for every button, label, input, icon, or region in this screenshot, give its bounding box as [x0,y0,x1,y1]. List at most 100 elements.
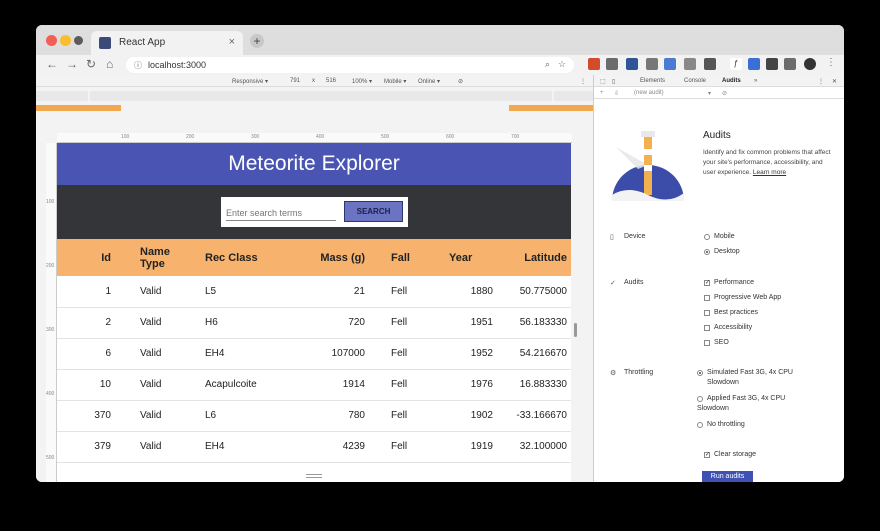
audit-option-best-practices: Best practices [714,309,758,316]
media-query-bar[interactable] [90,91,552,101]
address-bar[interactable]: ⓘ localhost:3000 ⌕ ☆ [126,57,574,73]
checkbox-accessibility[interactable] [704,325,710,331]
minimize-window-button[interactable] [60,35,71,46]
column-header-id[interactable]: Id [57,239,115,276]
cell-rec-class: Acapulcoite [177,369,273,401]
radio-desktop[interactable] [704,249,710,255]
table-row[interactable]: 379 Valid EH4 4239 Fell 1919 32.100000 [57,431,571,463]
home-icon[interactable]: ⌂ [106,57,113,71]
media-query-bar[interactable] [36,91,88,101]
meteorite-app: Meteorite Explorer SEARCH Id Name Type R… [57,143,571,482]
device-toggle-icon[interactable]: ▯ [612,78,615,85]
table-row[interactable]: 10 Valid Acapulcoite 1914 Fell 1976 16.8… [57,369,571,401]
chevron-down-icon[interactable]: ▾ [708,90,711,97]
gmail-extension-icon[interactable] [588,58,600,70]
column-header-latitude[interactable]: Latitude [497,239,571,276]
ruler-label: 300 [46,327,55,333]
zoom-search-icon[interactable]: ⌕ [545,59,550,70]
table-row[interactable]: 1 Valid L5 21 Fell 1880 50.775000 [57,276,571,308]
learn-more-link[interactable]: Learn more [753,169,786,176]
device-toolbar-menu-icon[interactable]: ⋮ [580,78,586,85]
column-header-name-type[interactable]: Name Type [115,239,177,276]
audits-toolbar: + ⇩ (new audit) ▾ ⊘ [594,87,844,99]
run-audits-button[interactable]: Run audits [702,471,753,482]
cell-latitude: 32.100000 [497,431,571,463]
search-button[interactable]: SEARCH [344,201,403,222]
search-bar: SEARCH [57,185,571,239]
device-option-desktop: Desktop [714,248,740,255]
device-section-label: Device [624,233,646,240]
column-header-year[interactable]: Year [417,239,497,276]
ruler-label: 500 [381,134,390,140]
zoom-dropdown[interactable]: 100% ▾ [352,78,372,85]
column-header-mass[interactable]: Mass (g) [273,239,369,276]
table-row[interactable]: 370 Valid L6 780 Fell 1902 -33.166670 [57,400,571,432]
tab-audits[interactable]: Audits [722,78,741,84]
devtools-menu-icon[interactable]: ⋮ [818,78,824,85]
bookmark-star-icon[interactable]: ☆ [558,59,566,70]
new-tab-button[interactable]: + [250,34,264,48]
extension-icon[interactable] [646,58,658,70]
extension-icon[interactable] [748,58,760,70]
more-tabs-icon[interactable]: » [754,78,757,84]
device-type-dropdown[interactable]: Mobile ▾ [384,78,406,85]
extension-icon[interactable] [606,58,618,70]
menu-icon[interactable]: ⋮ [826,57,836,68]
viewport-height-input[interactable]: 516 [326,78,336,84]
extension-icon[interactable] [766,58,778,70]
add-audit-icon[interactable]: + [600,90,604,96]
back-icon[interactable]: ← [46,57,58,71]
audit-option-performance: Performance [714,279,755,286]
audits-description: Identify and fix common problems that af… [703,148,833,178]
checkbox-pwa[interactable] [704,295,710,301]
extension-icon[interactable] [626,58,638,70]
radio-simulated-throttling[interactable] [697,370,703,376]
browser-tab[interactable]: React App × [91,31,243,55]
url-text: localhost:3000 [148,60,207,70]
cell-rec-class: L6 [177,400,273,432]
network-dropdown[interactable]: Online ▾ [418,78,440,85]
cell-rec-class: EH4 [177,431,273,463]
clear-icon[interactable]: ⊘ [722,90,727,97]
column-header-fall[interactable]: Fall [369,239,417,276]
resize-handle-right[interactable] [574,323,577,337]
audit-select[interactable]: (new audit) [634,90,664,96]
checkbox-seo[interactable] [704,340,710,346]
close-tab-icon[interactable]: × [229,36,235,48]
checkbox-performance[interactable]: ✓ [704,280,710,286]
function-extension-icon[interactable]: ƒ [730,58,742,70]
audit-option-pwa: Progressive Web App [714,294,782,301]
inspect-icon[interactable]: ⬚ [600,78,606,85]
avatar[interactable] [804,58,816,70]
responsive-dropdown[interactable]: Responsive ▾ [232,78,268,85]
close-devtools-icon[interactable]: ✕ [832,78,837,85]
viewport-width-input[interactable]: 791 [290,78,300,84]
extension-icon[interactable] [704,58,716,70]
column-header-rec-class[interactable]: Rec Class [177,239,273,276]
close-window-button[interactable] [46,35,57,46]
media-query-bar-orange[interactable] [36,105,121,111]
checkbox-clear-storage[interactable]: ✓ [704,452,710,458]
media-query-bar-orange[interactable] [509,105,593,111]
cell-name-type: Valid [115,307,177,339]
table-row[interactable]: 2 Valid H6 720 Fell 1951 56.183330 [57,307,571,339]
tab-console[interactable]: Console [684,78,706,84]
search-input[interactable] [226,205,336,221]
forward-icon[interactable]: → [66,57,78,71]
checkbox-best-practices[interactable] [704,310,710,316]
extension-icon[interactable] [664,58,676,70]
rotate-icon[interactable]: ⊘ [458,78,463,85]
resize-handle-bottom[interactable] [306,474,322,478]
browser-window: React App × + ← → ↻ ⌂ ⓘ localhost:3000 ⌕… [36,25,844,482]
table-row[interactable]: 6 Valid EH4 107000 Fell 1952 54.216670 [57,338,571,370]
download-icon[interactable]: ⇩ [614,90,619,97]
radio-mobile[interactable] [704,234,710,240]
tab-elements[interactable]: Elements [640,78,665,84]
extension-icon[interactable] [784,58,796,70]
gear-icon: ⚙ [610,370,617,377]
media-query-bar[interactable] [554,91,593,101]
extension-icon[interactable] [684,58,696,70]
cell-name-type: Valid [115,431,177,463]
reload-icon[interactable]: ↻ [86,57,96,71]
radio-no-throttling[interactable] [697,422,703,428]
